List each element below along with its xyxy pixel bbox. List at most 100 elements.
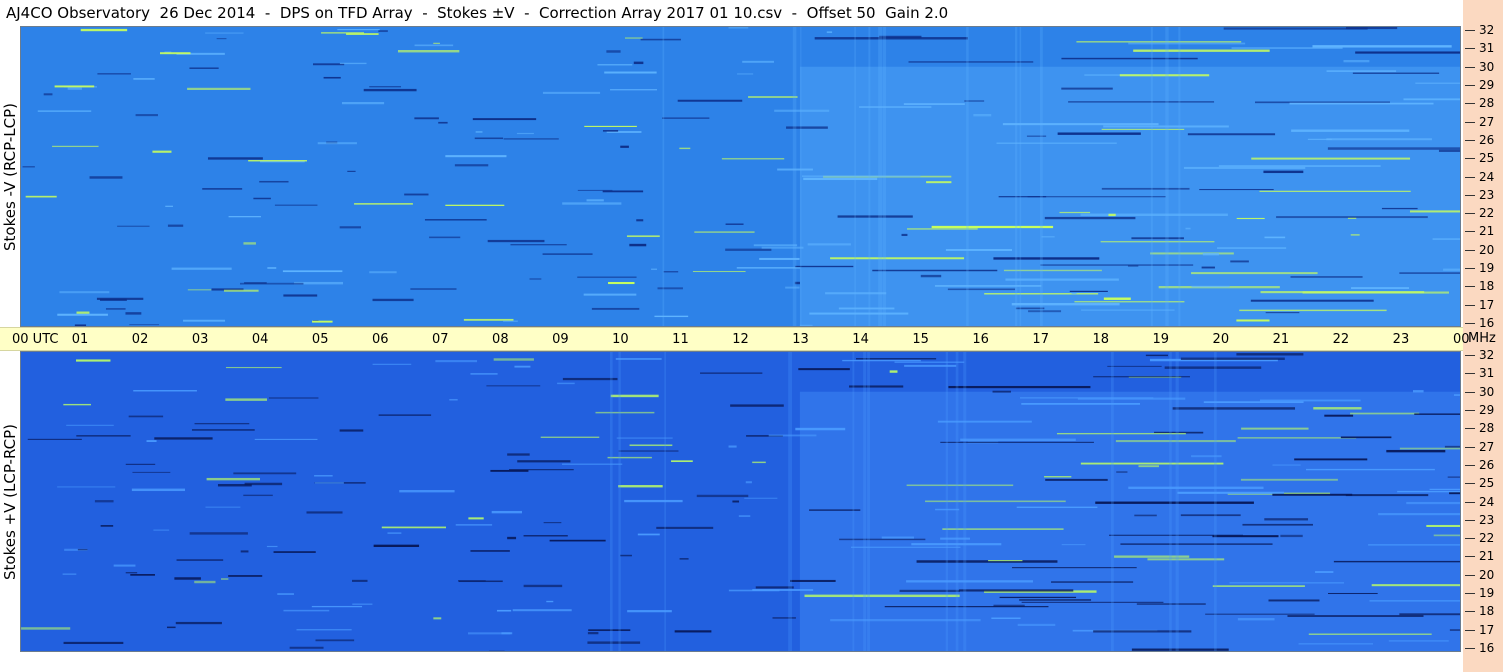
frequency-tick-label: 23	[1479, 512, 1495, 527]
rfi-streak	[1069, 290, 1108, 292]
rfi-streak	[1119, 74, 1210, 77]
rfi-streak	[312, 63, 345, 66]
rfi-streak	[753, 244, 798, 247]
time-tick-label: 09	[552, 332, 569, 347]
time-tick-label: 04	[251, 332, 269, 347]
rfi-streak	[455, 524, 493, 526]
rfi-streak	[636, 219, 644, 222]
rfi-streak	[167, 224, 184, 227]
rfi-streak	[1203, 401, 1304, 404]
rfi-streak	[608, 281, 635, 285]
rfi-streak	[1352, 72, 1440, 74]
rfi-streak	[1164, 366, 1262, 369]
rfi-streak	[562, 377, 618, 381]
rfi-streak	[549, 539, 606, 542]
rfi-streak	[96, 297, 144, 300]
rfi-streak	[463, 318, 514, 321]
rfi-streak	[80, 28, 128, 32]
rfi-streak	[240, 550, 249, 553]
rfi-streak	[146, 440, 157, 442]
time-axis-bar: 00 UTC 01 02 03 04 05 06 07 08 09 10 11 12 13 14 15 16 17…	[0, 327, 1470, 351]
rfi-streak	[795, 265, 854, 268]
spectrogram-stokes-plus-v[interactable]	[20, 351, 1461, 652]
rfi-streak	[744, 497, 778, 499]
rfi-streak	[125, 312, 142, 315]
rfi-streak	[1191, 285, 1230, 288]
rfi-streak	[289, 646, 324, 649]
rfi-streak	[903, 103, 965, 105]
rfi-streak	[66, 424, 114, 426]
time-tick-label: 00 UTC	[12, 332, 59, 347]
rfi-streak	[254, 438, 318, 440]
rfi-streak	[1061, 544, 1086, 546]
rfi-streak	[736, 266, 801, 269]
rfi-streak	[152, 150, 172, 153]
rfi-streak	[153, 529, 170, 531]
rfi-streak	[27, 438, 82, 440]
rfi-streak	[728, 445, 737, 448]
rfi-streak	[807, 243, 851, 246]
rfi-streak	[1205, 613, 1315, 615]
frequency-tick	[1465, 464, 1475, 466]
spectrogram-top-svg	[21, 27, 1460, 326]
rfi-streak	[899, 589, 960, 592]
frequency-tick	[1465, 103, 1475, 105]
window-title: AJ4CO Observatory 26 Dec 2014 - DPS on T…	[6, 4, 949, 22]
rfi-streak	[63, 403, 91, 406]
frequency-tick-label: 28	[1479, 421, 1495, 436]
time-tick-label: 08	[492, 332, 509, 347]
rfi-streak	[445, 155, 507, 158]
frequency-tick-label: 24	[1479, 494, 1495, 509]
rfi-streak	[1355, 51, 1460, 54]
frequency-tick	[1465, 519, 1475, 521]
rfi-streak	[166, 626, 176, 629]
rfi-streak	[1241, 427, 1309, 430]
vertical-burst	[854, 27, 856, 326]
rfi-streak	[529, 278, 542, 280]
panel-bottom-label: Stokes +V (LCP-RCP)	[0, 351, 20, 652]
rfi-streak	[830, 257, 965, 260]
rfi-streak	[618, 450, 679, 452]
rfi-streak	[1120, 543, 1273, 545]
rfi-streak	[296, 629, 352, 631]
rfi-streak	[206, 477, 261, 481]
rfi-streak	[1239, 309, 1387, 312]
rfi-streak	[768, 434, 817, 437]
rfi-streak	[1237, 437, 1357, 439]
rfi-streak	[745, 481, 752, 484]
rfi-streak	[77, 548, 88, 551]
rfi-streak	[904, 364, 957, 367]
rfi-streak	[470, 373, 498, 375]
frequency-tick	[1465, 213, 1475, 215]
rfi-streak	[372, 298, 414, 302]
rfi-streak	[1005, 278, 1119, 281]
rfi-streak	[171, 267, 232, 270]
rfi-streak	[1313, 407, 1362, 410]
rfi-streak	[244, 282, 267, 284]
spectrogram-stokes-minus-v[interactable]	[20, 26, 1461, 327]
vertical-burst	[1150, 27, 1153, 326]
vertical-burst	[1015, 27, 1018, 326]
rfi-streak	[387, 532, 402, 534]
rfi-streak	[363, 88, 417, 92]
rfi-streak	[651, 268, 657, 270]
rfi-streak	[1044, 476, 1072, 478]
rfi-streak	[1071, 292, 1077, 295]
rfi-streak	[454, 164, 489, 167]
rfi-streak	[1199, 188, 1274, 191]
rfi-streak	[135, 114, 158, 117]
rfi-streak	[1218, 165, 1381, 167]
rfi-streak	[626, 235, 660, 238]
rfi-streak	[76, 359, 111, 362]
rfi-streak	[798, 368, 850, 371]
vertical-burst	[878, 27, 883, 326]
rfi-streak	[804, 594, 960, 598]
rfi-streak	[1343, 59, 1370, 63]
frequency-tick-label: 17	[1479, 622, 1495, 637]
rfi-streak	[399, 490, 455, 493]
rfi-streak	[372, 363, 412, 365]
rfi-streak	[174, 577, 201, 580]
frequency-tick	[1465, 48, 1475, 50]
rfi-streak	[761, 246, 804, 249]
time-tick-label: 01	[71, 332, 89, 347]
